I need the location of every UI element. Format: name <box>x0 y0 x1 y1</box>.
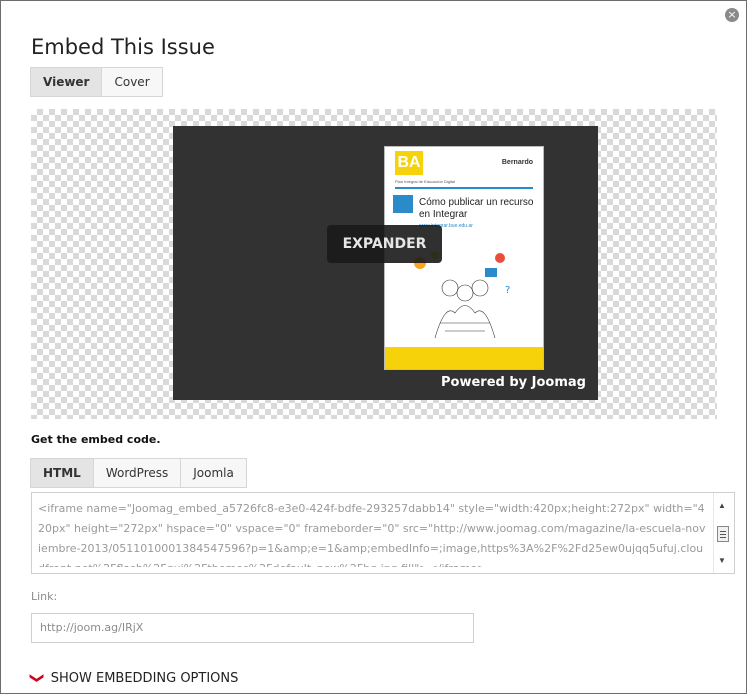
show-options-label: SHOW EMBEDDING OPTIONS <box>50 670 239 686</box>
cover-logo: BA <box>395 151 423 175</box>
link-label: Link: <box>31 590 58 603</box>
powered-by-label[interactable]: Powered by Joomag <box>441 375 586 390</box>
cover-brand: Bernardo <box>501 159 533 166</box>
tab-html[interactable]: HTML <box>31 459 94 487</box>
viewer-frame[interactable]: BA Bernardo Plan Integral de Educación D… <box>173 126 598 400</box>
svg-text:?: ? <box>505 285 510 296</box>
embed-heading: Get the embed code. <box>31 433 161 446</box>
embed-dialog: × Embed This Issue Viewer Cover BA Berna… <box>0 0 747 694</box>
link-input[interactable]: http://joom.ag/IRjX <box>31 613 474 643</box>
close-icon[interactable]: × <box>725 8 739 22</box>
tab-cover[interactable]: Cover <box>102 68 161 96</box>
cover-subtitle: Plan Integral de Educación Digital <box>395 179 456 184</box>
expander-button[interactable]: EXPANDER <box>327 225 442 263</box>
chevron-down-icon: ❯ <box>28 672 45 684</box>
embed-code-textarea[interactable]: <iframe name="Joomag_embed_a5726fc8-e3e0… <box>31 492 735 574</box>
show-embedding-options[interactable]: ❯ SHOW EMBEDDING OPTIONS <box>28 670 239 686</box>
tab-wordpress[interactable]: WordPress <box>94 459 182 487</box>
code-scrollbar[interactable]: ▲ ▼ <box>713 493 734 573</box>
cover-divider <box>395 187 533 189</box>
cover-headline: Cómo publicar un recurso en Integrar <box>419 197 534 220</box>
cover-footer <box>385 347 543 369</box>
cover-tag <box>393 195 413 213</box>
tab-joomla[interactable]: Joomla <box>181 459 246 487</box>
scroll-down-icon[interactable]: ▼ <box>718 556 726 565</box>
embed-code-text[interactable]: <iframe name="Joomag_embed_a5726fc8-e3e0… <box>38 499 706 567</box>
tab-viewer[interactable]: Viewer <box>31 68 103 96</box>
view-tabs: Viewer Cover <box>30 67 163 97</box>
scroll-thumb[interactable] <box>717 526 729 542</box>
embed-preview: BA Bernardo Plan Integral de Educación D… <box>31 109 717 419</box>
scroll-up-icon[interactable]: ▲ <box>718 501 726 510</box>
dialog-title: Embed This Issue <box>31 35 215 59</box>
code-tabs: HTML WordPress Joomla <box>30 458 247 488</box>
